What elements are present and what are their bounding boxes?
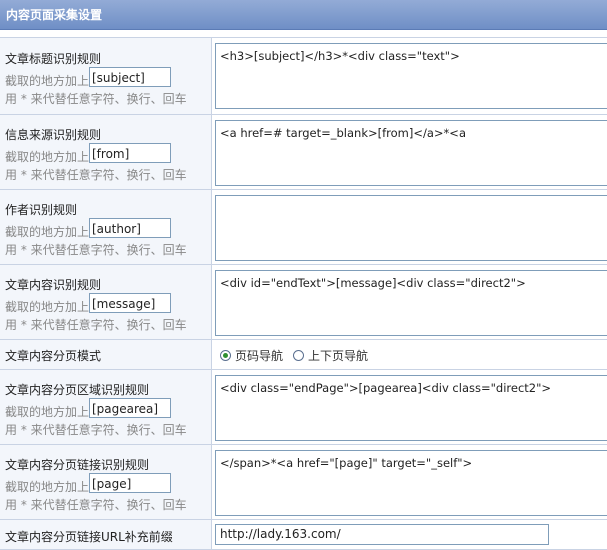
hint-line: 用 * 来代替任意字符、换行、回车 [5,168,187,182]
from-rule-textarea[interactable]: <a href=# target=_blank>[from]</a>*<a [215,120,607,186]
hint-line: 用 * 来代替任意字符、换行、回车 [5,92,187,106]
rule-label-cell: 文章内容分页链接识别规则 截取的地方加上 [page] 用 * 来代替任意字符、… [0,445,212,519]
hint-prefix: 截取的地方加上 [5,74,90,88]
rule-input-cell: <h3>[subject]</h3>*<div class="text"> [213,38,607,114]
rule-input-cell: <div id="endText">[message]<div class="d… [213,265,607,339]
hint-prefix: 截取的地方加上 [5,150,90,164]
tag-placeholder-box: [author] [89,218,171,238]
author-rule-textarea[interactable] [215,195,607,261]
subject-rule-textarea[interactable]: <h3>[subject]</h3>*<div class="text"> [215,43,607,109]
hint-prefix: 截取的地方加上 [5,225,90,239]
hint-line: 用 * 来代替任意字符、换行、回车 [5,243,187,257]
rule-input-cell [213,190,607,264]
hint-line: 用 * 来代替任意字符、换行、回车 [5,423,187,437]
tag-placeholder-box: [message] [89,293,171,313]
tag-placeholder-box: [pagearea] [89,398,171,418]
section-header: 内容页面采集设置 [0,0,607,30]
rule-label-cell: 信息来源识别规则 截取的地方加上 [from] 用 * 来代替任意字符、换行、回… [0,115,212,189]
hint-prefix: 截取的地方加上 [5,480,90,494]
rule-label-cell: 文章内容分页区域识别规则 截取的地方加上 [pagearea] 用 * 来代替任… [0,370,212,444]
url-prefix-cell: http://lady.163.com/ [213,520,607,549]
hint-line: 用 * 来代替任意字符、换行、回车 [5,498,187,512]
radio-page-number-label[interactable]: 页码导航 [235,347,283,364]
rule-label-cell: 文章内容分页链接URL补充前缀 [0,520,212,549]
radio-prev-next[interactable] [293,350,305,361]
radio-page-number[interactable] [220,350,231,361]
rule-row-pagearea: 文章内容分页区域识别规则 截取的地方加上 [pagearea] 用 * 来代替任… [0,370,607,445]
rule-row-author: 作者识别规则 截取的地方加上 [author] 用 * 来代替任意字符、换行、回… [0,190,607,265]
tag-placeholder-box: [subject] [89,67,171,87]
page-link-rule-textarea[interactable]: </span>*<a href="[page]" target="_self"> [215,450,607,516]
paging-mode-row: 文章内容分页模式 页码导航 上下页导航 [0,340,607,370]
rule-label-cell: 文章内容分页模式 [0,340,212,369]
rule-row-page: 文章内容分页链接识别规则 截取的地方加上 [page] 用 * 来代替任意字符、… [0,445,607,520]
rule-label: 信息来源识别规则 [5,128,102,142]
hint-line: 用 * 来代替任意字符、换行、回车 [5,318,187,332]
paging-mode-label: 文章内容分页模式 [5,349,102,363]
tag-placeholder-box: [from] [89,143,171,163]
rule-label-cell: 文章标题识别规则 截取的地方加上 [subject] 用 * 来代替任意字符、换… [0,38,212,114]
hint-prefix: 截取的地方加上 [5,300,90,314]
rule-input-cell: </span>*<a href="[page]" target="_self"> [213,445,607,519]
settings-grid: 文章标题识别规则 截取的地方加上 [subject] 用 * 来代替任意字符、换… [0,37,607,550]
url-prefix-label: 文章内容分页链接URL补充前缀 [5,530,173,544]
url-prefix-input[interactable]: http://lady.163.com/ [215,524,549,545]
rule-label: 文章内容识别规则 [5,278,102,292]
message-rule-textarea[interactable]: <div id="endText">[message]<div class="d… [215,270,607,336]
hint-prefix: 截取的地方加上 [5,405,90,419]
pagearea-rule-textarea[interactable]: <div class="endPage">[pagearea]<div clas… [215,375,607,441]
rule-label: 文章内容分页链接识别规则 [5,458,150,472]
rule-row-message: 文章内容识别规则 截取的地方加上 [message] 用 * 来代替任意字符、换… [0,265,607,340]
rule-input-cell: <div class="endPage">[pagearea]<div clas… [213,370,607,444]
rule-label: 文章内容分页区域识别规则 [5,383,150,397]
rule-input-cell: <a href=# target=_blank>[from]</a>*<a [213,115,607,189]
rule-label: 文章标题识别规则 [5,52,102,66]
rule-row-subject: 文章标题识别规则 截取的地方加上 [subject] 用 * 来代替任意字符、换… [0,38,607,115]
tag-placeholder-box: [page] [89,473,171,493]
rule-row-from: 信息来源识别规则 截取的地方加上 [from] 用 * 来代替任意字符、换行、回… [0,115,607,190]
radio-prev-next-label[interactable]: 上下页导航 [308,347,368,364]
rule-label: 作者识别规则 [5,203,78,217]
section-title: 内容页面采集设置 [6,8,103,22]
rule-label-cell: 作者识别规则 截取的地方加上 [author] 用 * 来代替任意字符、换行、回… [0,190,212,264]
paging-mode-options: 页码导航 上下页导航 [220,347,368,364]
rule-label-cell: 文章内容识别规则 截取的地方加上 [message] 用 * 来代替任意字符、换… [0,265,212,339]
paging-mode-cell: 页码导航 上下页导航 [213,340,607,369]
url-prefix-row: 文章内容分页链接URL补充前缀 http://lady.163.com/ [0,520,607,550]
